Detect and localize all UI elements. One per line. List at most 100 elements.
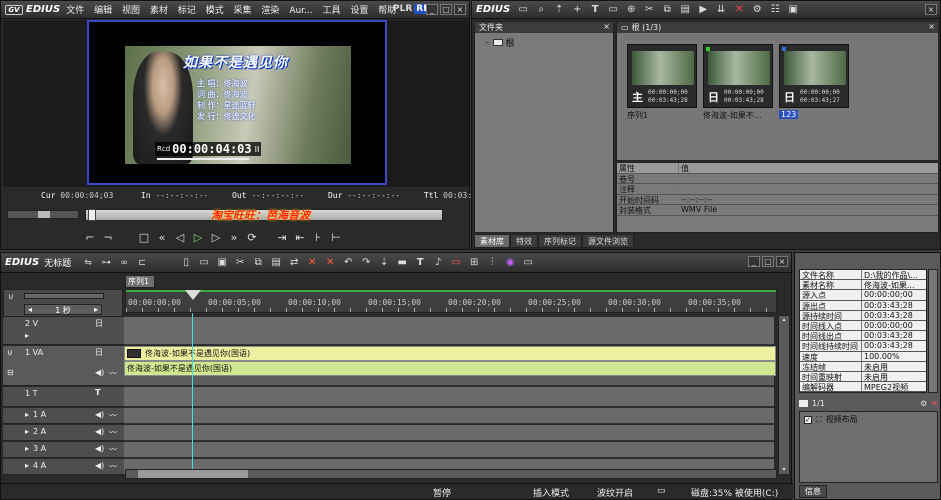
menu-settings[interactable]: 设置 [350, 6, 368, 16]
properties-icon[interactable]: ⚙ [750, 4, 764, 15]
menu-audio[interactable]: Aur... [289, 6, 312, 16]
folder-close-icon[interactable]: × [603, 22, 610, 31]
fast-forward-icon[interactable]: » [227, 231, 241, 244]
timeline-ruler[interactable]: 00:00:00;00 00:00:05;00 00:00:10;00 00:0… [125, 289, 777, 313]
track-va1[interactable]: 佟海波-如果不是遇见你(国语) 佟海波-如果不是遇见你(国语) [124, 346, 776, 386]
copy-icon[interactable]: ⧉ [660, 4, 674, 15]
menu-capture[interactable]: 采集 [234, 6, 252, 16]
step-back-icon[interactable]: ◁ [173, 231, 187, 244]
track-header-va1[interactable]: ⊍ 1 VA 日 ◀) 〰 ⊟ [3, 346, 125, 386]
lock-icon[interactable]: ⊍ [7, 348, 13, 357]
maximize-icon[interactable]: □ [440, 4, 452, 15]
video-track-icon[interactable]: 日 [95, 318, 103, 329]
grid-icon[interactable]: ⊞ [467, 257, 481, 268]
view-icon[interactable]: ☷ [768, 4, 782, 15]
track-header-a4[interactable]: ▸ 4 A ◀) 〰 [3, 459, 125, 475]
timeline-vscroll[interactable]: ▴ ▾ [778, 315, 790, 475]
layout-icon[interactable]: ▭ [521, 257, 535, 268]
send-to-player-icon[interactable]: ▶ [696, 4, 710, 15]
render-icon[interactable]: ▭ [449, 257, 463, 268]
menu-file[interactable]: 文件 [66, 6, 84, 16]
tree-collapse-icon[interactable]: – [485, 38, 490, 48]
effect-item[interactable]: ✓ ⛶ 视频布局 [800, 412, 937, 427]
delete-icon[interactable]: ✕ [732, 4, 746, 15]
hscroll-thumb[interactable] [138, 470, 248, 478]
tl-cut-icon[interactable]: ✂ [233, 257, 247, 268]
bin-close-icon[interactable]: × [925, 4, 937, 15]
rewind-icon[interactable]: « [155, 231, 169, 244]
tl-maximize-icon[interactable]: □ [762, 256, 774, 267]
plr-label[interactable]: PLR [393, 4, 412, 14]
up-folder-icon[interactable]: ⇡ [552, 4, 566, 15]
cut-icon[interactable]: ✂ [642, 4, 656, 15]
effect-settings-icon[interactable]: ⚙ [920, 399, 927, 408]
video-track-icon[interactable]: 日 [95, 347, 103, 358]
tab-sequence-markers[interactable]: 序列标记 [538, 234, 582, 248]
expand-icon[interactable]: ▸ [25, 444, 29, 453]
bin-clip[interactable]: 日 00:00:00;00 00:03:43;27 [779, 44, 849, 108]
speaker-icon[interactable]: ◀) [95, 461, 104, 470]
set-out-icon[interactable]: ¬ [101, 231, 115, 244]
track-header-a2[interactable]: ▸ 2 A ◀) 〰 [3, 425, 125, 441]
expand-icon[interactable]: ▸ [25, 410, 29, 419]
open-project-icon[interactable]: ▭ [197, 257, 211, 268]
device-icon[interactable]: ▣ [786, 4, 800, 15]
track-v2[interactable] [124, 317, 774, 345]
tl-minimize-icon[interactable]: _ [748, 256, 760, 267]
expand-icon[interactable]: ▸ [25, 331, 29, 340]
scroll-up-icon[interactable]: ▴ [779, 316, 789, 324]
waveform-toggle-icon[interactable]: 〰 [109, 444, 117, 455]
menu-edit[interactable]: 编辑 [94, 6, 112, 16]
timeline-icon[interactable]: ⇊ [714, 4, 728, 15]
tl-copy-icon[interactable]: ⧉ [251, 257, 265, 268]
track-a1[interactable] [124, 408, 774, 424]
overwrite-to-timeline-icon[interactable]: ⇤ [293, 231, 307, 244]
open-icon[interactable]: ▭ [606, 4, 620, 15]
speaker-icon[interactable]: ◀) [95, 444, 104, 453]
folder-root[interactable]: – 根 [475, 33, 613, 52]
timeline-hscroll[interactable] [125, 469, 777, 479]
tl-close-icon[interactable]: × [776, 256, 788, 267]
tab-source-browser[interactable]: 源文件浏览 [582, 234, 634, 248]
expand-icon[interactable]: ▸ [25, 461, 29, 470]
ripple-insert-icon[interactable]: ⊦ [311, 231, 325, 244]
tab-bin[interactable]: 素材库 [474, 234, 510, 248]
track-header-v2[interactable]: 2 V 日 ▸ [3, 317, 125, 345]
track-header-a3[interactable]: ▸ 3 A ◀) 〰 [3, 442, 125, 458]
search-icon[interactable]: ⌕ [534, 4, 548, 15]
color-icon[interactable]: ◉ [503, 257, 517, 268]
ripple-delete-icon[interactable]: ✕ [323, 257, 337, 268]
video-clip[interactable]: 佟海波-如果不是遇见你(国语) [124, 346, 776, 361]
waveform-toggle-icon[interactable]: 〰 [109, 368, 117, 379]
track-header-a1[interactable]: ▸ 1 A ◀) 〰 [3, 408, 125, 424]
mixer-icon[interactable]: ⫶ [485, 257, 499, 268]
status-ripple[interactable]: 波纹开启 [597, 486, 633, 499]
bin-clip[interactable]: 日 00:00:00;00 00:03:43;28 [703, 44, 773, 108]
menu-marker[interactable]: 标记 [178, 6, 196, 16]
title-icon[interactable]: T [588, 4, 602, 15]
info-vscroll[interactable] [928, 269, 938, 393]
sequence-tab[interactable]: 序列1 [125, 275, 155, 288]
set-in-icon[interactable]: ⌐ [83, 231, 97, 244]
menu-clip[interactable]: 素材 [150, 6, 168, 16]
minimize-icon[interactable]: _ [426, 4, 438, 15]
title-track-icon[interactable]: T [95, 388, 100, 397]
bin-clip[interactable]: 主 00:00:00;00 00:03:43;28 [627, 44, 697, 108]
track-mode-icon[interactable]: ⇋ [81, 258, 95, 268]
menu-tools[interactable]: 工具 [323, 6, 341, 16]
effect-delete-icon[interactable]: ✕ [931, 399, 938, 408]
tl-paste-icon[interactable]: ▤ [269, 257, 283, 268]
waveform-icon[interactable]: ▬ [395, 257, 409, 268]
add-title-icon[interactable]: T [413, 257, 427, 268]
add-marker-icon[interactable]: ⇣ [377, 257, 391, 268]
stop-icon[interactable]: □ [137, 231, 151, 244]
replace-icon[interactable]: ⇄ [287, 257, 301, 268]
save-icon[interactable]: ▣ [215, 257, 229, 268]
position-handle[interactable] [88, 209, 96, 221]
play-icon[interactable]: ▷ [191, 231, 205, 244]
delete-clip-icon[interactable]: ✕ [305, 257, 319, 268]
waveform-toggle-icon[interactable]: 〰 [109, 427, 117, 438]
close-icon[interactable]: × [454, 4, 466, 15]
jog-handle[interactable] [38, 211, 50, 218]
link-icon[interactable]: ∞ [117, 258, 131, 268]
